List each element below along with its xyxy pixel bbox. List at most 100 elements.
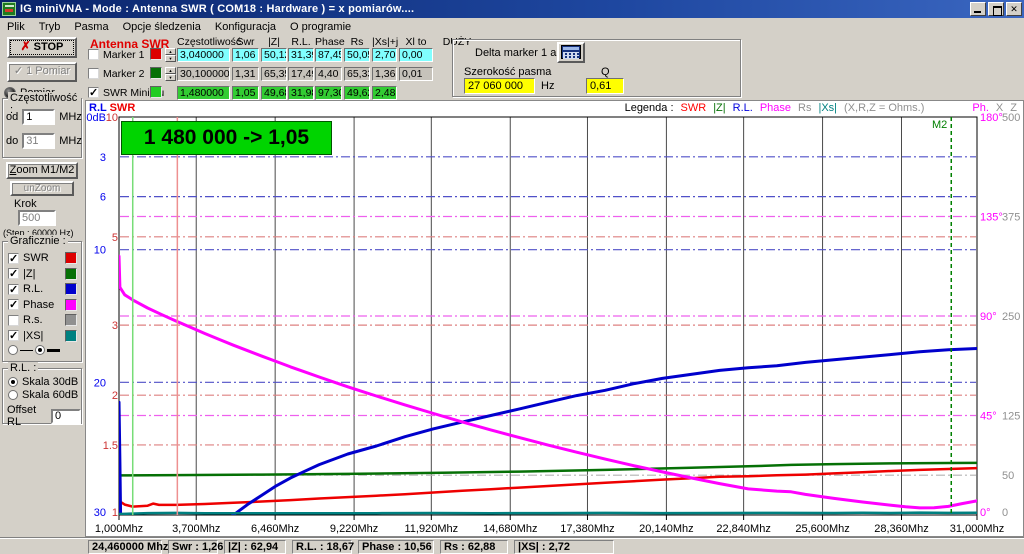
rl-scale-legend: R.L. :: [8, 362, 38, 374]
marker-label: Marker 1: [103, 49, 144, 61]
marker-value-field: 50,05: [344, 48, 370, 62]
minimize-button[interactable]: [970, 2, 986, 16]
bandwidth-value: 27 060 000: [464, 78, 535, 94]
freq-to-label: do: [6, 135, 18, 147]
freq-from-unit: MHz: [59, 111, 82, 123]
z-axis-tick: 375: [1002, 212, 1020, 224]
marker-value-field: 31,39: [288, 48, 314, 62]
marker-value-field: 0,00: [399, 48, 433, 62]
status-bar: 24,460000 MhzSwr : 1,26|Z| : 62,94R.L. :…: [0, 537, 1024, 554]
close-button[interactable]: ✕: [1006, 2, 1022, 16]
trace-checkbox[interactable]: [8, 330, 19, 341]
duzy-checkbox[interactable]: [88, 49, 99, 60]
swr-minimum-callout: 1 480 000 -> 1,05: [121, 121, 332, 155]
marker-col-header: |Z|: [261, 36, 287, 48]
z-axis-tick: 500: [1002, 112, 1020, 124]
menu-pasma[interactable]: Pasma: [67, 20, 115, 34]
marker-line-label: M2: [932, 119, 947, 131]
step-input[interactable]: [18, 210, 56, 226]
marker-value-field: 65,35: [261, 67, 287, 81]
phase-axis-tick: 135°: [980, 212, 1003, 224]
marker-value-field: 2,70: [372, 48, 397, 62]
marker-label: Marker 2: [103, 68, 144, 80]
app-icon: [2, 2, 16, 16]
rl-axis-tick: 20: [94, 377, 106, 389]
trace-checkbox[interactable]: [8, 315, 19, 326]
thin-line-radio[interactable]: [8, 345, 18, 355]
trace-label: |XS|: [23, 330, 61, 342]
swr-axis-tick: 1: [112, 507, 118, 519]
rl-axis-tick: 3: [100, 152, 106, 164]
restore-button[interactable]: [988, 2, 1004, 16]
trace-checkbox[interactable]: [8, 268, 19, 279]
stop-x-icon: ✗: [21, 39, 31, 53]
scale-30db-radio[interactable]: [8, 377, 18, 387]
delta-marker-title: Delta marker 1 al 2: [475, 47, 568, 59]
offset-rl-input[interactable]: [51, 409, 81, 424]
rl-axis-tick: 6: [100, 192, 106, 204]
trace-row-rl: R.L.: [8, 282, 77, 296]
trace-color-swatch: [65, 268, 77, 280]
swr-axis-tick: 1.5: [103, 440, 118, 452]
trace-checkbox[interactable]: [8, 284, 19, 295]
menu-tryb[interactable]: Tryb: [32, 20, 68, 34]
z-axis-tick: 0: [1002, 507, 1008, 519]
x-tick-label: 31,000Mhz: [950, 523, 1004, 535]
marker-frequency-field[interactable]: 3,040000: [177, 48, 230, 62]
status-cell: |Z| : 62,94: [224, 540, 286, 554]
x-tick-label: 20,140Mhz: [639, 523, 693, 535]
swr-axis-tick: 3: [112, 320, 118, 332]
marker-spinner[interactable]: ▲▼: [165, 48, 176, 62]
freq-to-input[interactable]: [22, 133, 55, 149]
marker-value-field: 97,30: [315, 86, 342, 100]
series-xs: [119, 513, 977, 514]
marker-col-header: Swr: [232, 36, 259, 48]
duzy-checkbox[interactable]: [88, 87, 99, 98]
thick-line-sample: [47, 349, 60, 352]
trace-row-xs: |XS|: [8, 329, 77, 343]
menu-opcje-ledzenia[interactable]: Opcje śledzenia: [116, 20, 208, 34]
scale-60db-radio[interactable]: [8, 390, 18, 400]
z-axis-tick: 50: [1002, 470, 1014, 482]
status-cell: |XS| : 2,72: [514, 540, 614, 554]
trace-color-swatch: [65, 252, 77, 264]
zoom-m1-m2-button[interactable]: Zoom M1/M2: [6, 162, 78, 179]
x-tick-label: 9,220Mhz: [330, 523, 378, 535]
unzoom-button[interactable]: unZoom: [10, 181, 74, 196]
status-cell: Swr : 1,26: [168, 540, 218, 554]
swr-axis-tick: 5: [112, 232, 118, 244]
offset-rl-label: Offset RL: [7, 404, 47, 428]
marker-value-field: 4,40: [315, 67, 342, 81]
calculator-button[interactable]: [557, 42, 585, 63]
trace-color-swatch: [65, 330, 77, 342]
marker-color-swatch: [150, 67, 162, 79]
menu-o-programie[interactable]: O programie: [283, 20, 358, 34]
stop-button[interactable]: ✗STOP: [7, 37, 77, 58]
marker-value-field: 87,45: [315, 48, 342, 62]
marker-spinner[interactable]: ▲▼: [165, 67, 176, 81]
check-icon: ✓: [14, 65, 26, 77]
x-tick-label: 6,460Mhz: [251, 523, 299, 535]
trace-checkbox[interactable]: [8, 253, 19, 264]
swr-plot[interactable]: M20dB36102030105321.51180°135°90°45°0°50…: [86, 101, 1024, 538]
marker-frequency-field[interactable]: 30,100000: [177, 67, 230, 81]
scale-30db-label: Skala 30dB: [22, 376, 78, 388]
single-measure-button[interactable]: ✓ 1 Pomiar: [7, 62, 77, 82]
duzy-checkbox[interactable]: [88, 68, 99, 79]
series-rl: [119, 349, 977, 539]
hz-unit-label: Hz: [541, 80, 554, 92]
x-tick-label: 11,920Mhz: [405, 523, 459, 535]
menu-konfiguracja[interactable]: Konfiguracja: [208, 20, 283, 34]
freq-from-input[interactable]: [22, 109, 55, 125]
trace-color-swatch: [65, 314, 77, 326]
rl-axis-tick: 0dB: [86, 112, 106, 124]
trace-label: |Z|: [23, 268, 61, 280]
trace-checkbox[interactable]: [8, 299, 19, 310]
marker-frequency-field[interactable]: 1,480000: [177, 86, 230, 100]
thick-line-radio[interactable]: [35, 345, 45, 355]
x-tick-label: 1,000Mhz: [95, 523, 143, 535]
trace-label: SWR: [23, 252, 61, 264]
marker-value-field: 17,49: [288, 67, 314, 81]
menu-plik[interactable]: Plik: [0, 20, 32, 34]
marker-table-panel: Antenna SWR CzęstotliwośćSwr|Z|R.L.Phase…: [85, 35, 1024, 100]
